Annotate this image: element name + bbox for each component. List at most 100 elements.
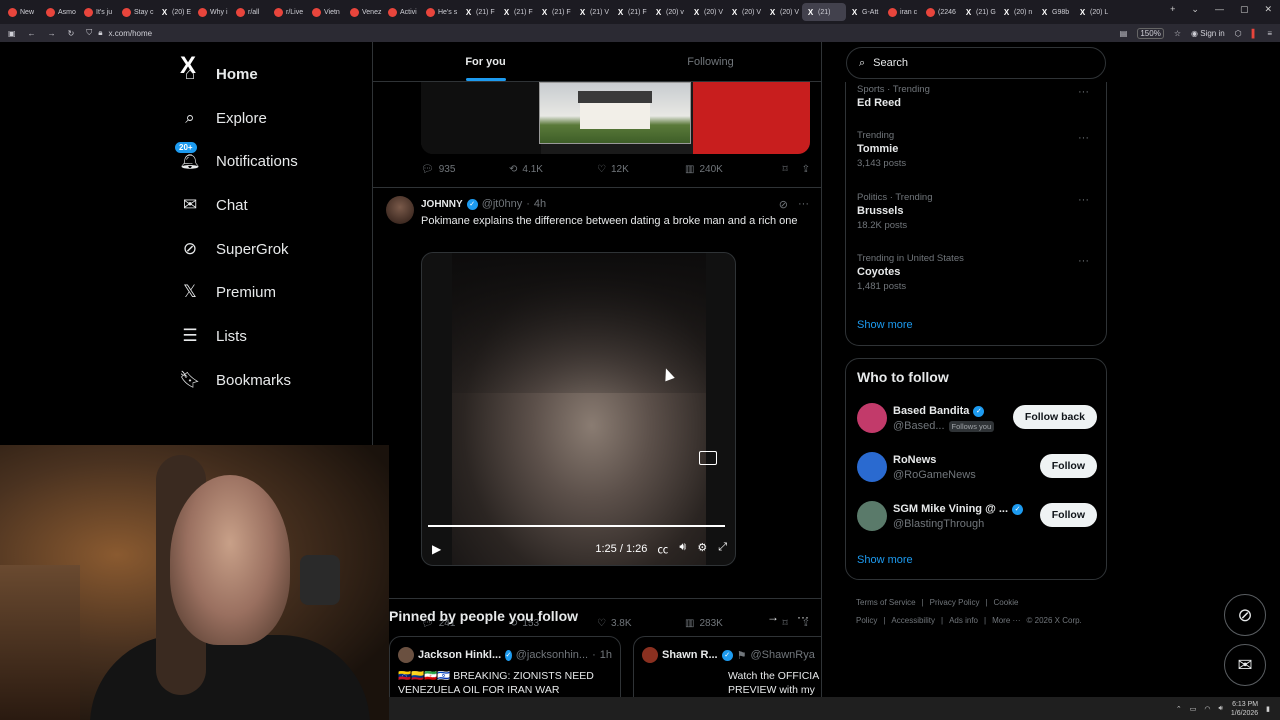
browser-tab[interactable]: New [4, 3, 42, 21]
avatar[interactable] [857, 403, 887, 433]
browser-tab[interactable]: It's ju [80, 3, 118, 21]
more-icon[interactable]: ··· [798, 198, 809, 211]
more-icon[interactable]: ··· [1078, 132, 1089, 144]
captions-icon[interactable]: ㏄ [657, 541, 668, 557]
views-button[interactable]: ▥ 240K [685, 164, 723, 175]
browser-tab[interactable]: X (20) v [650, 3, 688, 21]
more-icon[interactable]: ··· [1078, 86, 1089, 98]
author-handle[interactable]: @jacksonhin... [516, 649, 588, 661]
url-bar[interactable]: ⛉ 🔒︎ x.com/home [86, 28, 1108, 38]
video-player[interactable]: ▶ 1:25 / 1:26 ㏄ 🔊︎ ⚙ ⤢ [421, 252, 736, 566]
more-icon[interactable]: ··· [1078, 255, 1089, 267]
browser-tab[interactable]: (2246 [922, 3, 960, 21]
follow-suggestion[interactable]: SGM Mike Vining @ ... ✓ @BlastingThrough Fo… [857, 501, 1097, 535]
browser-tab[interactable]: iran c [884, 3, 922, 21]
follow-button[interactable]: Follow [1039, 503, 1097, 527]
browser-tab[interactable]: X G98b [1036, 3, 1074, 21]
browser-tab[interactable]: X (20) n [998, 3, 1036, 21]
browser-tab[interactable]: X (21) F [460, 3, 498, 21]
network-icon[interactable]: ▭ [1190, 705, 1197, 713]
views-button[interactable]: ▥ 283K [685, 618, 723, 629]
author-handle[interactable]: @jt0hny [482, 198, 523, 210]
volume-icon[interactable]: 🔊︎ [1218, 705, 1222, 713]
grok-icon[interactable]: ⊘ [779, 198, 788, 211]
follow-button[interactable]: Follow back [1012, 405, 1097, 429]
clock[interactable]: 6:13 PM 1/6/2026 [1231, 700, 1258, 718]
show-more-follow-link[interactable]: Show more [857, 554, 913, 566]
search-input[interactable]: ⌕ Search [846, 47, 1106, 79]
avatar[interactable] [857, 501, 887, 531]
browser-tab[interactable]: X (21) G [960, 3, 998, 21]
browser-tab[interactable]: Vietn [308, 3, 346, 21]
previous-tweet-media[interactable] [421, 82, 810, 154]
browser-tab[interactable]: X (21) F [498, 3, 536, 21]
footer-link[interactable]: Terms of Service [856, 598, 916, 607]
zoom-level[interactable]: 150% [1137, 27, 1164, 39]
tab-for-you[interactable]: For you [373, 42, 598, 81]
follow-button[interactable]: Follow [1039, 454, 1097, 478]
author-name[interactable]: Jackson Hinkl... [418, 649, 501, 661]
reply-button[interactable]: 💬︎ 935 [421, 164, 509, 175]
follow-suggestion[interactable]: RoNews @RoGameNews Follow [857, 452, 1097, 486]
like-button[interactable]: ♡ 12K [597, 164, 685, 175]
tab-list-icon[interactable]: ⌄ [1191, 4, 1199, 15]
menu-icon[interactable]: ≡ [1267, 29, 1272, 38]
browser-tab[interactable]: X (20) V [726, 3, 764, 21]
fullscreen-icon[interactable]: ⤢ [718, 541, 727, 557]
show-more-trends-link[interactable]: Show more [857, 319, 913, 331]
browser-tab[interactable]: X G-Att [846, 3, 884, 21]
sidebar-item-bookmarks[interactable]: 🔖︎ Bookmarks [179, 370, 291, 390]
footer-link[interactable]: © 2026 X Corp. [1027, 616, 1082, 625]
trend-item[interactable]: Trending Tommie 3,143 posts ··· [857, 130, 1097, 169]
browser-tab[interactable]: r/Live [270, 3, 308, 21]
browser-tab[interactable]: X (21) [802, 3, 846, 21]
sidebar-item-explore[interactable]: ⌕ Explore [180, 108, 267, 128]
url-text[interactable]: x.com/home [109, 29, 153, 38]
trend-item[interactable]: Sports · Trending Ed Reed ··· [857, 84, 1097, 109]
arrow-right-icon[interactable]: → [767, 610, 779, 624]
browser-tab[interactable]: X (21) V [574, 3, 612, 21]
footer-link[interactable]: Ads info [949, 616, 978, 625]
browser-tab[interactable]: Stay c [118, 3, 156, 21]
tweet-time[interactable]: 4h [534, 198, 546, 210]
footer-link[interactable]: More ··· [992, 616, 1020, 625]
close-window-icon[interactable]: ✕ [1264, 4, 1272, 15]
signin-button[interactable]: ◉ Sign in [1191, 29, 1225, 38]
trend-item[interactable]: Politics · Trending Brussels 18.2K posts ··… [857, 192, 1097, 231]
messages-floating-button[interactable]: ✉ [1224, 644, 1266, 686]
browser-tab[interactable]: Asmo [42, 3, 80, 21]
volume-icon[interactable]: 🔊︎ [679, 541, 686, 557]
sidebar-item-notifications[interactable]: 🔔︎ 20+ Notifications [174, 141, 298, 171]
browser-tab[interactable]: Why i [194, 3, 232, 21]
extensions-icon[interactable]: ⬡ [1235, 29, 1242, 38]
author-name[interactable]: Shawn R... [662, 649, 718, 661]
play-icon[interactable]: ▶ [432, 542, 441, 556]
reader-icon[interactable]: ▤ [1120, 29, 1128, 38]
footer-link[interactable]: Privacy Policy [930, 598, 980, 607]
avatar[interactable] [857, 452, 887, 482]
chevron-up-icon[interactable]: ⌃ [1176, 705, 1182, 713]
bookmark-icon[interactable]: ⌑ [782, 164, 787, 175]
extension-icon[interactable]: ▌ [1252, 29, 1258, 38]
sidebar-item-premium[interactable]: 𝕏 Premium [180, 282, 276, 302]
sidebar-item-lists[interactable]: ☰ Lists [180, 326, 246, 346]
more-icon[interactable]: ··· [797, 610, 809, 624]
more-icon[interactable]: ··· [1078, 194, 1089, 206]
avatar[interactable] [642, 647, 658, 663]
browser-tab[interactable]: X (20) L [1074, 3, 1112, 21]
browser-tab[interactable]: X (20) V [764, 3, 802, 21]
browser-tab[interactable]: X (21) F [536, 3, 574, 21]
follow-suggestion[interactable]: Based Bandita ✓ @Based... Follows you Follow… [857, 403, 1097, 437]
browser-tab[interactable]: He's s [422, 3, 460, 21]
minimize-icon[interactable]: — [1215, 4, 1224, 15]
sidebar-item-supergrok[interactable]: ⊘ SuperGrok [180, 239, 289, 259]
back-icon[interactable]: ← [28, 29, 36, 38]
browser-tab[interactable]: X (20) E [156, 3, 194, 21]
picture-in-picture-icon[interactable] [699, 451, 717, 465]
star-icon[interactable]: ☆ [1174, 29, 1181, 38]
footer-link[interactable]: Accessibility [891, 616, 935, 625]
sidebar-item-chat[interactable]: ✉ Chat [180, 195, 248, 215]
trend-item[interactable]: Trending in United States Coyotes 1,481 po… [857, 253, 1097, 292]
tab-following[interactable]: Following [598, 42, 821, 81]
author-name[interactable]: JOHNNY [421, 199, 463, 210]
